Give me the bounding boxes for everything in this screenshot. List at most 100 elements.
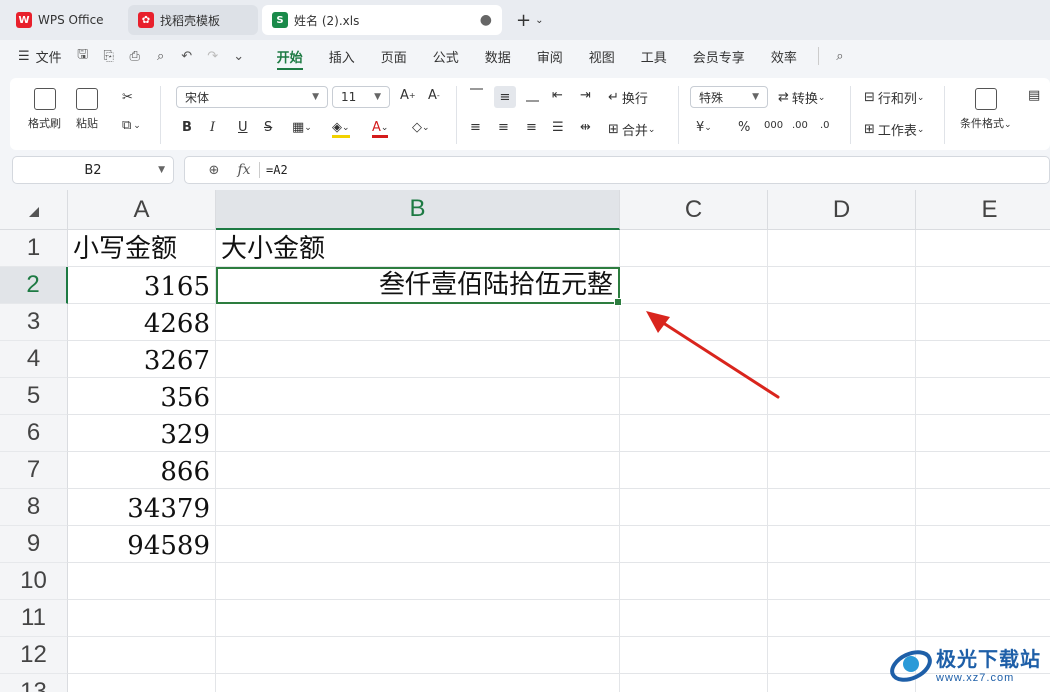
percent-icon[interactable]: % [738, 120, 750, 135]
menu-item-data[interactable]: 数据 [472, 40, 524, 72]
cell-a13[interactable] [68, 674, 216, 692]
cell-b11[interactable] [216, 600, 620, 637]
cell-a9[interactable]: 94589 [68, 526, 216, 563]
row-header-7[interactable]: 7 [0, 452, 68, 489]
menu-item-review[interactable]: 审阅 [524, 40, 576, 72]
cell-b6[interactable] [216, 415, 620, 452]
italic-icon[interactable]: I [210, 120, 215, 135]
row-header-11[interactable]: 11 [0, 600, 68, 637]
cell-c9[interactable] [620, 526, 768, 563]
row-header-8[interactable]: 8 [0, 489, 68, 526]
cell-a10[interactable] [68, 563, 216, 600]
menu-item-formula[interactable]: 公式 [420, 40, 472, 72]
menu-item-tools[interactable]: 工具 [628, 40, 680, 72]
thousands-icon[interactable]: 000 [764, 120, 783, 131]
cell-a1[interactable]: 小写金额 [68, 230, 216, 267]
cell-a4[interactable]: 3267 [68, 341, 216, 378]
worksheet-button[interactable]: ⊞ 工作表 ⌄ [864, 120, 924, 139]
justify-icon[interactable]: ☰ [552, 120, 564, 135]
menu-item-efficiency[interactable]: 效率 [758, 40, 810, 72]
cut-icon[interactable]: ✂ [122, 90, 133, 105]
cell-c1[interactable] [620, 230, 768, 267]
row-header-12[interactable]: 12 [0, 637, 68, 674]
menu-item-insert[interactable]: 插入 [316, 40, 368, 72]
share-icon[interactable]: ⎘ [96, 40, 122, 72]
fill-color-icon[interactable]: ◈ ⌄ [332, 120, 350, 138]
cell-b13[interactable] [216, 674, 620, 692]
row-col-button[interactable]: ⊟ 行和列 ⌄ [864, 88, 924, 107]
cell-a6[interactable]: 329 [68, 415, 216, 452]
cell-d10[interactable] [768, 563, 916, 600]
column-header-a[interactable]: A [68, 190, 216, 230]
cell-b3[interactable] [216, 304, 620, 341]
underline-icon[interactable]: U [238, 120, 248, 135]
menu-item-member[interactable]: 会员专享 [680, 40, 758, 72]
cell-c6[interactable] [620, 415, 768, 452]
cell-c12[interactable] [620, 637, 768, 674]
cell-b2[interactable]: 叁仟壹佰陆拾伍元整 [216, 267, 622, 306]
cell-b12[interactable] [216, 637, 620, 674]
decrease-font-icon[interactable]: A- [428, 88, 440, 103]
function-icon[interactable]: fx [229, 162, 259, 178]
menu-item-page[interactable]: 页面 [368, 40, 420, 72]
cell-d7[interactable] [768, 452, 916, 489]
cell-a2[interactable]: 3165 [68, 267, 216, 304]
strikethrough-icon[interactable]: S̶ [264, 120, 272, 135]
paste-button[interactable]: 粘贴 [76, 88, 98, 131]
cell-e1[interactable] [916, 230, 1050, 267]
row-header-10[interactable]: 10 [0, 563, 68, 600]
increase-decimal-icon[interactable]: .00 [792, 120, 808, 131]
cell-b5[interactable] [216, 378, 620, 415]
select-all-corner[interactable] [0, 190, 68, 230]
cell-d11[interactable] [768, 600, 916, 637]
font-name-select[interactable]: 宋体 ▼ [176, 86, 328, 108]
align-right-icon[interactable]: ≡ [526, 120, 537, 135]
copy-icon[interactable]: ⧉ ⌄ [122, 118, 141, 133]
print-preview-icon[interactable]: ⌕ [148, 40, 174, 72]
cell-c11[interactable] [620, 600, 768, 637]
cell-b1[interactable]: 大小金额 [216, 230, 620, 267]
clear-format-icon[interactable]: ◇ ⌄ [412, 120, 430, 135]
increase-font-icon[interactable]: A + [400, 88, 416, 103]
new-tab-button[interactable]: + ⌄ [516, 10, 543, 31]
cell-d9[interactable] [768, 526, 916, 563]
tab-wps-office[interactable]: W WPS Office [6, 5, 124, 35]
cell-d8[interactable] [768, 489, 916, 526]
font-color-icon[interactable]: A ⌄ [372, 120, 389, 138]
bold-icon[interactable]: B [182, 120, 192, 135]
cell-e10[interactable] [916, 563, 1050, 600]
zoom-icon[interactable]: ⊕ [199, 163, 229, 178]
cell-a5[interactable]: 356 [68, 378, 216, 415]
cell-b4[interactable] [216, 341, 620, 378]
align-top-icon[interactable]: ⎺ [470, 88, 483, 103]
menu-item-view[interactable]: 视图 [576, 40, 628, 72]
cell-e4[interactable] [916, 341, 1050, 378]
table-style-icon[interactable]: ▤ [1028, 88, 1040, 103]
border-icon[interactable]: ▦ ⌄ [292, 120, 312, 135]
cell-d5[interactable] [768, 378, 916, 415]
row-header-9[interactable]: 9 [0, 526, 68, 563]
cell-d2[interactable] [768, 267, 916, 304]
row-header-3[interactable]: 3 [0, 304, 68, 341]
cell-e8[interactable] [916, 489, 1050, 526]
cell-c8[interactable] [620, 489, 768, 526]
convert-button[interactable]: ⇄ 转换 ⌄ [778, 88, 825, 107]
cell-a12[interactable] [68, 637, 216, 674]
row-header-1[interactable]: 1 [0, 230, 68, 267]
merge-button[interactable]: ⊞ 合并 ⌄ [608, 120, 655, 139]
distribute-icon[interactable]: ⇹ [580, 120, 591, 135]
cell-b10[interactable] [216, 563, 620, 600]
align-bottom-icon[interactable]: ⎽ [526, 88, 539, 103]
currency-icon[interactable]: ¥ ⌄ [696, 120, 712, 135]
cell-d6[interactable] [768, 415, 916, 452]
column-header-b[interactable]: B [216, 190, 620, 230]
menu-item-home[interactable]: 开始 [264, 40, 316, 72]
column-header-e[interactable]: E [916, 190, 1050, 230]
cell-e3[interactable] [916, 304, 1050, 341]
unsaved-dot-icon[interactable]: ● [480, 12, 492, 28]
number-format-select[interactable]: 特殊 ▼ [690, 86, 768, 108]
row-header-5[interactable]: 5 [0, 378, 68, 415]
cell-a8[interactable]: 34379 [68, 489, 216, 526]
font-size-select[interactable]: 11 ▼ [332, 86, 390, 108]
cell-c2[interactable] [620, 267, 768, 304]
